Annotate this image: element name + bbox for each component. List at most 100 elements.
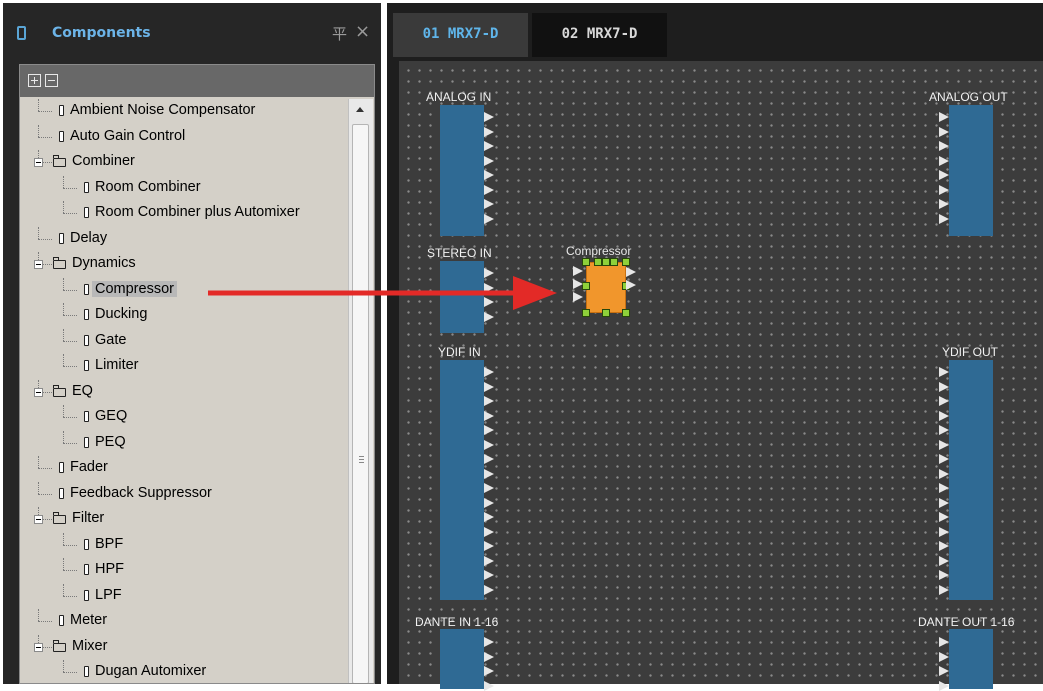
port-arrow-icon[interactable] [939,410,949,421]
tree-component-item[interactable]: Meter [20,609,350,633]
tree-component-item[interactable]: Ambient Noise Compensator [20,99,350,123]
collapse-all-button[interactable] [45,74,58,87]
collapse-toggle-icon[interactable] [34,515,43,524]
tree-scrollbar[interactable] [348,99,373,683]
tree-component-item[interactable]: Compressor [20,277,350,302]
tree-component-item[interactable]: BPF [20,532,350,557]
port-arrow-icon[interactable] [939,468,949,479]
collapse-toggle-icon[interactable] [34,387,43,397]
port-arrow-icon[interactable] [939,526,949,537]
tree-component-item[interactable]: Gate [20,328,350,353]
port-arrow-icon[interactable] [939,126,949,137]
port-arrow-icon[interactable] [939,396,949,406]
port-arrow-icon[interactable] [573,292,583,302]
close-icon[interactable]: × [355,21,370,42]
pin-icon[interactable]: 平 [332,23,347,44]
resize-handle[interactable] [582,258,590,266]
resize-handle[interactable] [622,309,630,317]
port-arrow-icon[interactable] [484,555,494,566]
port-arrow-icon[interactable] [484,184,494,195]
port-arrow-icon[interactable] [939,170,949,180]
tree-component-item[interactable]: PEQ [20,430,350,455]
expand-all-button[interactable] [28,74,41,87]
port-arrow-icon[interactable] [484,483,494,493]
resize-handle[interactable] [610,258,618,266]
port-arrow-icon[interactable] [939,637,949,647]
port-arrow-icon[interactable] [484,584,494,595]
tab-02-mrx7-d[interactable]: 02 MRX7-D [532,13,667,57]
tab-01-mrx7-d[interactable]: 01 MRX7-D [393,13,528,57]
design-canvas[interactable]: ANALOG IN ANALOG OUT STEREO IN YDIF IN Y… [399,61,1043,691]
collapse-toggle-icon[interactable] [34,260,43,269]
tree-folder-item[interactable]: Combiner [20,150,350,174]
tree-component-item[interactable]: HPF [20,558,350,582]
tree-component-item[interactable]: LPF [20,583,350,608]
tree-component-item[interactable]: Limiter [20,354,350,378]
port-arrow-icon[interactable] [484,541,494,551]
port-arrow-icon[interactable] [939,680,949,691]
port-arrow-icon[interactable] [484,680,494,691]
port-arrow-icon[interactable] [484,439,494,450]
port-arrow-icon[interactable] [484,141,494,151]
tree-folder-item[interactable]: Mixer [20,634,350,659]
port-arrow-icon[interactable] [484,454,494,464]
tree-folder-item[interactable]: Filter [20,507,350,531]
port-arrow-icon[interactable] [484,425,494,435]
port-arrow-icon[interactable] [484,396,494,406]
port-arrow-icon[interactable] [939,584,949,595]
tree-component-item[interactable]: Room Combiner [20,175,350,200]
resize-handle[interactable] [622,258,630,266]
tree-component-item[interactable]: Auto Gain Control [20,124,350,149]
port-arrow-icon[interactable] [484,282,494,293]
port-arrow-icon[interactable] [939,512,949,522]
resize-handle[interactable] [594,258,602,266]
port-arrow-icon[interactable] [484,170,494,180]
scroll-up-arrow-icon[interactable] [356,107,364,112]
port-arrow-icon[interactable] [484,199,494,209]
port-arrow-icon[interactable] [939,454,949,464]
tree-component-item[interactable]: GEQ [20,405,350,429]
resize-handle[interactable] [582,282,590,290]
tree-component-item[interactable]: Fader [20,456,350,480]
tree-component-item[interactable]: Ducking [20,303,350,327]
port-arrow-icon[interactable] [626,280,636,290]
ydif-out-block[interactable] [949,360,993,600]
port-arrow-icon[interactable] [939,141,949,151]
port-arrow-icon[interactable] [573,279,583,289]
collapse-toggle-icon[interactable] [34,642,43,652]
analog-out-block[interactable] [949,105,993,236]
tree-component-item[interactable]: Dugan Automixer [20,660,350,683]
tree-component-item[interactable]: Delay [20,226,350,251]
port-arrow-icon[interactable] [939,425,949,435]
port-arrow-icon[interactable] [484,367,494,377]
port-arrow-icon[interactable] [484,311,494,322]
port-arrow-icon[interactable] [939,570,949,580]
port-arrow-icon[interactable] [626,267,636,277]
port-arrow-icon[interactable] [939,555,949,566]
tree-folder-item[interactable]: EQ [20,379,350,404]
port-arrow-icon[interactable] [573,266,583,276]
resize-handle[interactable] [602,258,610,266]
port-arrow-icon[interactable] [939,213,949,224]
tree-component-item[interactable]: Feedback Suppressor [20,481,350,506]
port-arrow-icon[interactable] [484,155,494,166]
port-arrow-icon[interactable] [939,439,949,450]
tree-component-item[interactable]: Room Combiner plus Automixer [20,201,350,225]
port-arrow-icon[interactable] [484,570,494,580]
ydif-in-block[interactable] [440,360,484,600]
resize-handle[interactable] [582,309,590,317]
dante-in-block[interactable] [440,629,484,689]
tree-folder-item[interactable]: Dynamics [20,252,350,276]
port-arrow-icon[interactable] [484,637,494,647]
port-arrow-icon[interactable] [939,367,949,377]
port-arrow-icon[interactable] [484,213,494,224]
port-arrow-icon[interactable] [484,381,494,392]
port-arrow-icon[interactable] [484,512,494,522]
port-arrow-icon[interactable] [939,155,949,166]
port-arrow-icon[interactable] [939,381,949,392]
stereo-in-block[interactable] [440,261,484,333]
port-arrow-icon[interactable] [939,666,949,676]
port-arrow-icon[interactable] [484,497,494,508]
port-arrow-icon[interactable] [939,483,949,493]
port-arrow-icon[interactable] [484,297,494,307]
